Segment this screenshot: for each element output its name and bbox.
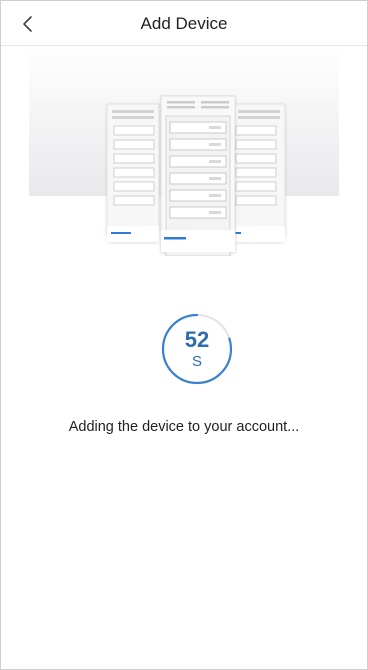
countdown-unit: S [191, 353, 202, 370]
countdown-timer: 52 S [159, 311, 235, 387]
app-screen: Add Device 52 S Adding the device to you… [0, 0, 368, 670]
status-message: Adding the device to your account... [68, 419, 300, 435]
page-title: Add Device [140, 14, 228, 33]
server-rack-illustration [29, 46, 339, 256]
nav-header: Add Device [1, 1, 367, 45]
countdown-value: 52 [184, 327, 210, 352]
device-illustration [1, 46, 367, 256]
